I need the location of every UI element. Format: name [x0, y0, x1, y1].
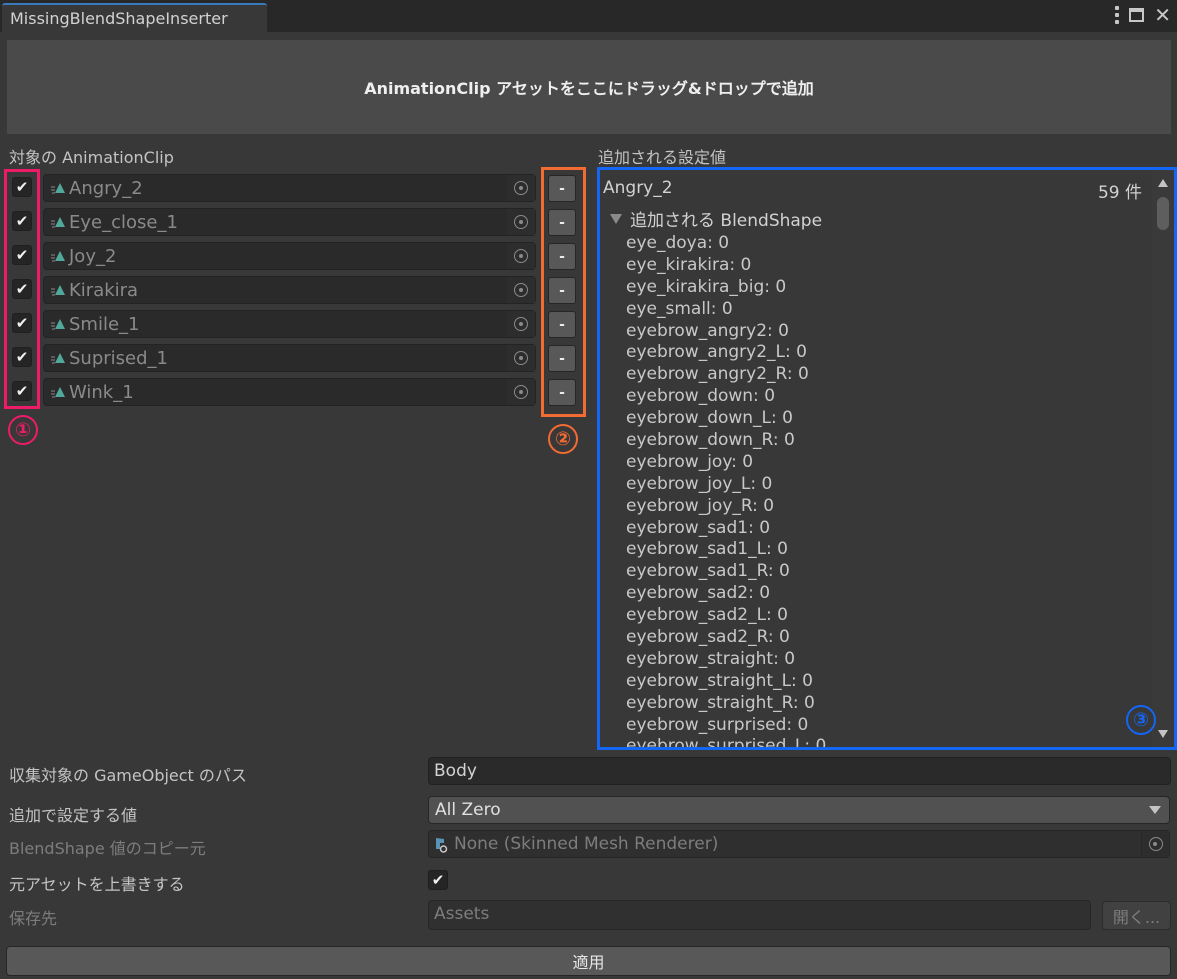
- object-picker-button[interactable]: [507, 277, 535, 303]
- clip-object-field[interactable]: Wink_1: [43, 378, 536, 406]
- object-picker-icon: [514, 283, 528, 297]
- clip-object-field[interactable]: Angry_2: [43, 174, 536, 202]
- dropdown-arrow-icon: [1149, 806, 1161, 814]
- overwrite-label: 元アセットを上書きする: [9, 875, 185, 894]
- animation-clip-icon: [51, 387, 65, 398]
- clip-object-field[interactable]: Kirakira: [43, 276, 536, 304]
- apply-button[interactable]: 適用: [6, 946, 1171, 976]
- clip-row: ✔ Eye_close_1-: [10, 207, 580, 237]
- open-button[interactable]: 開く...: [1102, 901, 1171, 930]
- annotation-number-3: ③: [1126, 705, 1156, 735]
- animation-clip-icon: [51, 319, 65, 330]
- object-picker-icon: [1148, 837, 1163, 851]
- clip-row: ✔ Smile_1-: [10, 309, 580, 339]
- annotation-frame-1: [4, 169, 40, 409]
- object-picker-button[interactable]: [507, 243, 535, 269]
- annotation-frame-2: [541, 167, 586, 417]
- clip-object-field[interactable]: Joy_2: [43, 242, 536, 270]
- value-label: 追加で設定する値: [9, 806, 138, 825]
- clip-row: ✔ Kirakira -: [10, 275, 580, 305]
- save-dest-input[interactable]: Assets: [428, 900, 1091, 930]
- annotation-frame-3: [597, 167, 1177, 750]
- clip-object-field[interactable]: Eye_close_1: [43, 208, 536, 236]
- copy-source-value: None (Skinned Mesh Renderer): [454, 834, 719, 854]
- object-picker-button[interactable]: [507, 209, 535, 235]
- path-input[interactable]: Body: [428, 757, 1171, 785]
- annotation-number-2: ②: [548, 424, 578, 454]
- clips-section-label: 対象の AnimationClip: [9, 148, 174, 167]
- annotation-number-1: ①: [8, 415, 38, 445]
- animation-clip-icon: [51, 183, 65, 194]
- window-title: MissingBlendShapeInserter: [10, 9, 228, 28]
- skinned-mesh-renderer-icon: [436, 838, 448, 853]
- clip-row: ✔ Angry_2-: [10, 173, 580, 203]
- clip-row: ✔ Wink_1-: [10, 377, 580, 407]
- object-picker-button[interactable]: [1141, 831, 1169, 857]
- value-dropdown-selected: All Zero: [435, 800, 501, 820]
- checkmark-icon: ✔: [431, 871, 445, 889]
- clip-name: Kirakira: [69, 280, 139, 301]
- clip-name: Joy_2: [69, 246, 117, 267]
- animation-clip-icon: [51, 251, 65, 262]
- object-picker-button[interactable]: [507, 175, 535, 201]
- overwrite-checkbox[interactable]: ✔: [428, 870, 448, 890]
- close-icon[interactable]: ✕: [1154, 5, 1171, 25]
- value-dropdown[interactable]: All Zero: [428, 796, 1170, 824]
- save-dest-label: 保存先: [9, 909, 58, 928]
- object-picker-icon: [514, 215, 528, 229]
- maximize-icon[interactable]: [1129, 8, 1145, 22]
- clip-name: Wink_1: [69, 382, 134, 403]
- animation-clip-icon: [51, 353, 65, 364]
- object-picker-button[interactable]: [507, 379, 535, 405]
- object-picker-button[interactable]: [507, 311, 535, 337]
- clip-object-field[interactable]: Smile_1: [43, 310, 536, 338]
- object-picker-icon: [514, 249, 528, 263]
- title-bar: MissingBlendShapeInserter ✕: [0, 0, 1177, 32]
- object-picker-icon: [514, 317, 528, 331]
- clip-row: ✔ Joy_2-: [10, 241, 580, 271]
- animation-clip-icon: [51, 285, 65, 296]
- clip-object-field[interactable]: Suprised_1: [43, 344, 536, 372]
- clip-row: ✔ Suprised_1-: [10, 343, 580, 373]
- path-label: 収集対象の GameObject のパス: [9, 766, 247, 785]
- object-picker-icon: [514, 181, 528, 195]
- drop-area-label: AnimationClip アセットをここにドラッグ&ドロップで追加: [364, 79, 814, 98]
- drop-area[interactable]: AnimationClip アセットをここにドラッグ&ドロップで追加: [7, 40, 1171, 134]
- preview-section-label: 追加される設定値: [598, 148, 727, 167]
- animation-clip-icon: [51, 217, 65, 228]
- copy-source-label: BlendShape 値のコピー元: [9, 839, 206, 858]
- object-picker-button[interactable]: [507, 345, 535, 371]
- clip-name: Suprised_1: [69, 348, 168, 369]
- object-picker-icon: [514, 385, 528, 399]
- clip-name: Smile_1: [69, 314, 140, 335]
- object-picker-icon: [514, 351, 528, 365]
- copy-source-field[interactable]: None (Skinned Mesh Renderer): [428, 830, 1170, 858]
- clip-name: Angry_2: [69, 178, 143, 199]
- clip-name: Eye_close_1: [69, 212, 178, 233]
- kebab-menu-icon[interactable]: [1115, 6, 1120, 24]
- window-tab[interactable]: MissingBlendShapeInserter: [2, 3, 267, 32]
